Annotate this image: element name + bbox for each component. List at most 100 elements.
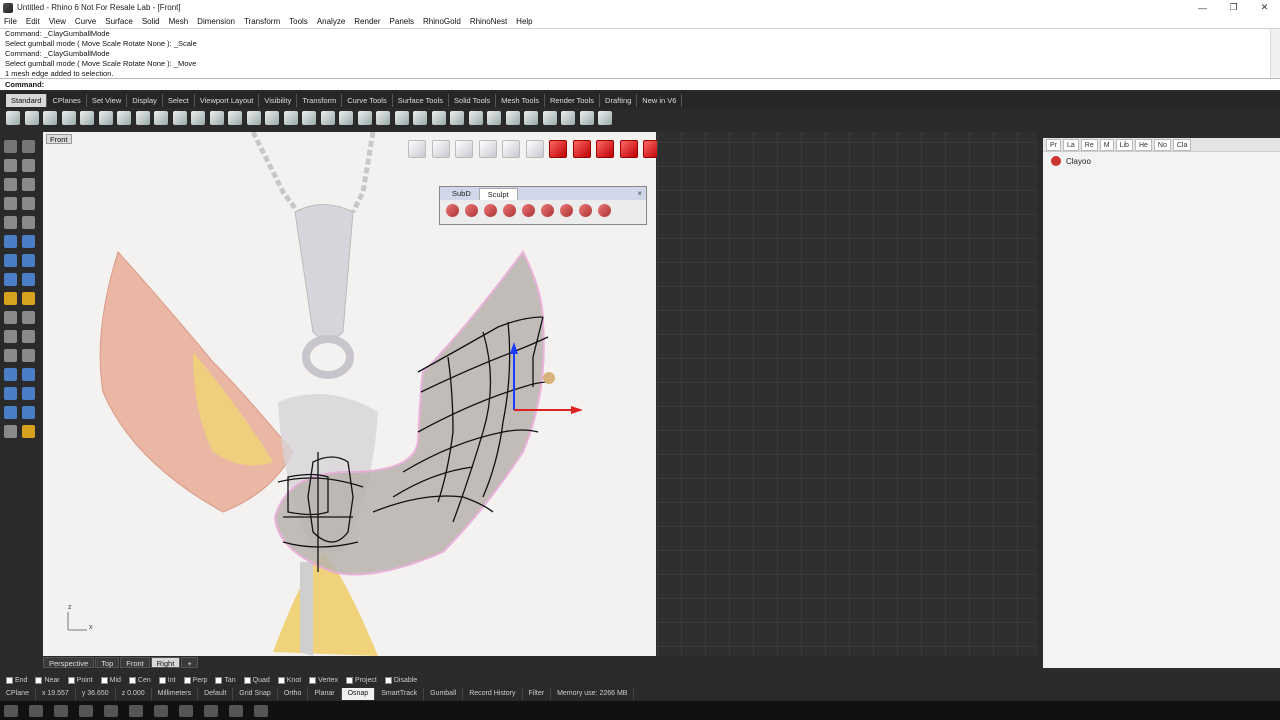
tab-set-view[interactable]: Set View (87, 93, 128, 107)
toggle-osnap[interactable]: Osnap (341, 688, 376, 700)
fillet-icon[interactable] (4, 349, 17, 362)
toggle-grid-snap[interactable]: Grid Snap (233, 688, 278, 700)
tab-mesh-tools[interactable]: Mesh Tools (496, 93, 545, 107)
shaded-sphere-icon[interactable] (468, 111, 483, 125)
rhino-logo-icon[interactable] (579, 111, 594, 125)
clayoo-tool-icon[interactable] (408, 140, 426, 158)
tab-solid-tools[interactable]: Solid Tools (449, 93, 497, 107)
osnap-perp[interactable]: Perp (183, 676, 207, 684)
render-teapot-icon[interactable] (4, 425, 17, 438)
zoom-extents-icon[interactable] (246, 111, 261, 125)
osnap-quad[interactable]: Quad (243, 676, 270, 684)
tab-display[interactable]: Display (127, 93, 163, 107)
mesh-icon[interactable] (4, 273, 17, 286)
menu-curve[interactable]: Curve (75, 17, 96, 26)
tab-help[interactable]: He (1134, 138, 1152, 151)
render-sphere-icon[interactable] (505, 111, 520, 125)
viewport-right[interactable] (657, 132, 1037, 656)
close-button[interactable]: ✕ (1249, 0, 1280, 15)
panel-close-icon[interactable]: × (637, 189, 642, 198)
clayoo-tool-icon[interactable] (478, 140, 497, 158)
polyline-icon[interactable] (22, 159, 35, 172)
taskbar-app-icon[interactable] (204, 704, 218, 717)
solid-box-icon[interactable] (4, 254, 17, 267)
toggle-gumball[interactable]: Gumball (424, 688, 464, 700)
menu-file[interactable]: File (4, 17, 17, 26)
extrude-icon[interactable] (22, 235, 35, 248)
tab-new-in-v6[interactable]: New in V6 (637, 93, 683, 107)
pan-hand-icon[interactable] (172, 111, 187, 125)
clayoo-row[interactable]: Clayoo (1043, 152, 1280, 170)
osnap-end[interactable]: End (6, 676, 27, 684)
sculpt-tool-icon[interactable] (522, 204, 535, 217)
dimension-icon[interactable] (22, 368, 35, 381)
render-icon[interactable] (561, 111, 575, 125)
properties-icon[interactable] (431, 111, 446, 125)
menu-panels[interactable]: Panels (390, 17, 414, 26)
menu-view[interactable]: View (49, 17, 66, 26)
zoom-window-icon[interactable] (228, 111, 242, 125)
polygon-icon[interactable] (4, 216, 17, 229)
tab-properties[interactable]: Pr (1046, 138, 1061, 151)
curve-icon[interactable] (4, 197, 17, 210)
menu-help[interactable]: Help (516, 17, 532, 26)
comment-icon[interactable] (598, 204, 611, 217)
box-frame-red-icon[interactable] (596, 140, 614, 158)
minimize-button[interactable]: — (1187, 0, 1218, 15)
menu-mesh[interactable]: Mesh (169, 17, 189, 26)
explode-icon[interactable] (22, 330, 35, 343)
join-icon[interactable] (4, 330, 17, 343)
taskbar-app-icon[interactable] (79, 704, 93, 717)
layer-icon[interactable] (413, 111, 427, 125)
move-icon[interactable] (191, 111, 205, 125)
taskbar-app-icon[interactable] (179, 704, 193, 717)
add-viewport-button[interactable]: + (181, 657, 198, 668)
settings-gear-icon[interactable] (542, 111, 557, 125)
save-icon[interactable] (43, 111, 57, 125)
taskbar-app-icon[interactable] (254, 704, 268, 717)
status-layer[interactable]: Default (198, 688, 234, 700)
clayoo-tool-icon[interactable] (431, 140, 450, 158)
select-arrow-icon[interactable] (4, 140, 17, 153)
boolean-icon[interactable] (22, 292, 35, 305)
materials-icon[interactable] (524, 111, 538, 125)
restore-button[interactable]: ❐ (1218, 0, 1249, 15)
menu-rhinonest[interactable]: RhinoNest (470, 17, 507, 26)
status-cplane[interactable]: CPlane (0, 688, 36, 700)
menu-analyze[interactable]: Analyze (317, 17, 345, 26)
tab-viewport-layout[interactable]: Viewport Layout (195, 93, 260, 107)
sculpt-tool-icon[interactable] (484, 204, 497, 217)
osnap-project[interactable]: Project (346, 676, 377, 684)
cut-icon[interactable] (98, 111, 113, 125)
analyze-icon[interactable] (4, 387, 17, 400)
tab-render-tools[interactable]: Render Tools (545, 93, 601, 107)
toggle-record-history[interactable]: Record History (463, 688, 523, 700)
menu-surface[interactable]: Surface (105, 17, 133, 26)
tab-right[interactable]: Right (150, 657, 181, 668)
sculpt-tool-icon[interactable] (541, 204, 554, 217)
tab-top[interactable]: Top (95, 657, 120, 668)
zoom-selected-icon[interactable] (265, 111, 279, 125)
taskbar-app-icon[interactable] (29, 704, 43, 717)
box-wire-icon[interactable] (502, 140, 520, 158)
check-icon[interactable] (22, 406, 35, 419)
toggle-planar[interactable]: Planar (308, 688, 342, 700)
points-icon[interactable] (357, 111, 372, 125)
taskbar-app-icon[interactable] (104, 704, 118, 717)
point-icon[interactable] (22, 140, 35, 153)
sculpt-tool-icon[interactable] (503, 204, 516, 217)
tab-layers[interactable]: La (1063, 138, 1079, 151)
osnap-int[interactable]: Int (158, 676, 176, 684)
tab-surface-tools[interactable]: Surface Tools (393, 93, 450, 107)
split-icon[interactable] (22, 311, 35, 324)
undo-icon[interactable] (154, 111, 168, 125)
osnap-tan[interactable]: Tan (215, 676, 236, 684)
settings-icon[interactable] (560, 204, 573, 217)
tab-transform[interactable]: Transform (297, 93, 343, 107)
taskbar-app-icon[interactable] (129, 704, 143, 717)
menu-tools[interactable]: Tools (289, 17, 308, 26)
circle-icon[interactable] (4, 178, 17, 191)
light-bulb-icon[interactable] (376, 111, 390, 125)
osnap-knot[interactable]: Knot (277, 676, 301, 684)
osnap-near[interactable]: Near (35, 676, 60, 684)
